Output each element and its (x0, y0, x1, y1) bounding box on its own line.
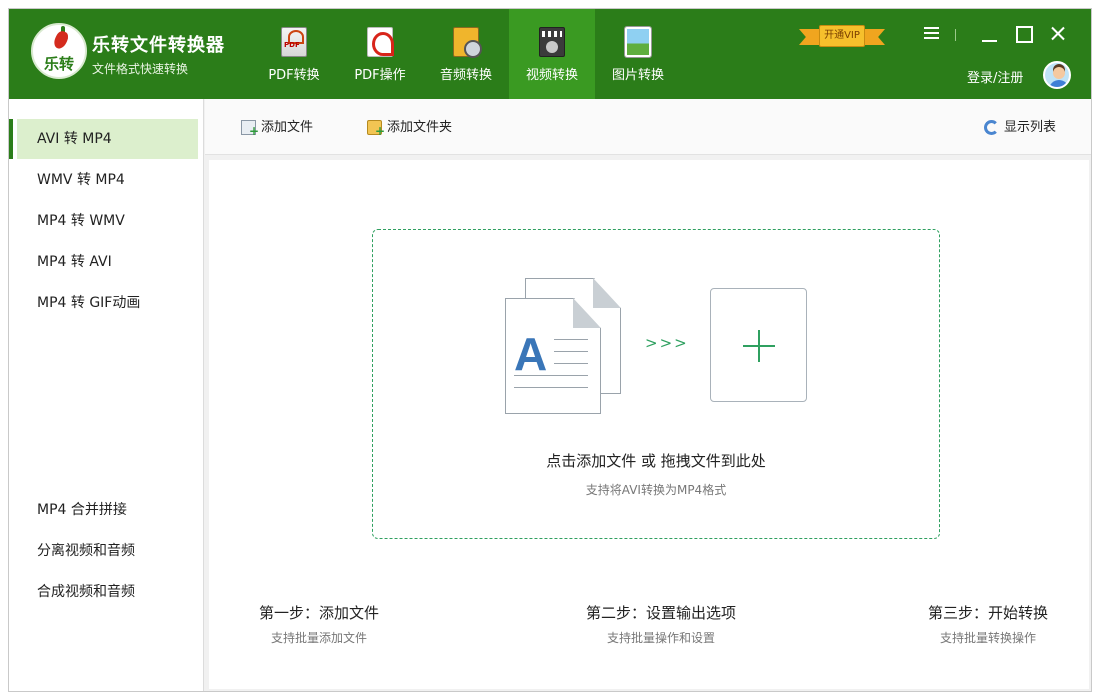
tab-pdf-convert[interactable]: PDF转换 (251, 9, 337, 99)
sidebar-item-split-av[interactable]: 分离视频和音频 (17, 531, 198, 571)
step-title: 第二步：设置输出选项 (585, 604, 736, 622)
step-desc: 支持批量添加文件 (270, 631, 367, 645)
dropzone-main-text: 点击添加文件 或 拖拽文件到此处 (546, 452, 766, 470)
title-bar: 乐转 乐转文件转换器 文件格式快速转换 PDF转换 PDF操作 音频转换 视频转… (9, 9, 1091, 99)
doc-letter: A (514, 328, 548, 380)
add-folder-button[interactable]: 添加文件夹 (367, 119, 453, 140)
title-divider (955, 29, 956, 41)
step-title: 第一步：添加文件 (258, 604, 379, 622)
sidebar-active-indicator (9, 119, 13, 159)
app-window: 乐转 乐转文件转换器 文件格式快速转换 PDF转换 PDF操作 音频转换 视频转… (8, 8, 1092, 692)
menu-icon[interactable] (919, 21, 945, 47)
close-icon[interactable] (1045, 21, 1071, 47)
toolbar: 添加文件 添加文件夹 显示列表 (205, 99, 1091, 155)
app-name: 乐转文件转换器 (92, 35, 225, 56)
app-subtitle: 文件格式快速转换 (92, 62, 189, 76)
add-folder-icon (367, 120, 385, 140)
sidebar-item-combine-av[interactable]: 合成视频和音频 (17, 572, 198, 612)
add-file-icon (241, 120, 259, 140)
show-list-label: 显示列表 (1004, 120, 1057, 135)
tab-pdf-operate[interactable]: PDF操作 (337, 9, 423, 99)
acrobat-icon (367, 27, 394, 57)
sidebar-item-wmv-to-mp4[interactable]: WMV 转 MP4 (17, 160, 198, 200)
sidebar-item-mp4-to-gif[interactable]: MP4 转 GIF动画 (17, 283, 198, 323)
tab-label: 音频转换 (439, 68, 492, 83)
avatar[interactable] (1043, 61, 1071, 89)
step-three: 第三步：开始转换 支持批量转换操作 (888, 602, 1088, 646)
refresh-icon (984, 120, 999, 135)
add-folder-label: 添加文件夹 (387, 120, 453, 135)
logo-text: 乐转 (43, 55, 74, 73)
sidebar-item-avi-to-mp4[interactable]: AVI 转 MP4 (17, 119, 198, 159)
tab-video-convert[interactable]: 视频转换 (509, 9, 595, 99)
tab-image-convert[interactable]: 图片转换 (595, 9, 681, 99)
vip-button[interactable]: 开通VIP (799, 25, 885, 49)
main-content: A >>> 点击添加文件 或 拖拽文件到此处 支持将AVI转换为MP4格式 第一… (209, 160, 1089, 689)
vip-label: 开通VIP (819, 25, 865, 47)
sidebar-item-mp4-to-wmv[interactable]: MP4 转 WMV (17, 201, 198, 241)
add-file-button[interactable]: 添加文件 (241, 119, 314, 140)
tab-label: PDF转换 (268, 68, 320, 83)
sidebar-item-mp4-merge[interactable]: MP4 合并拼接 (17, 490, 198, 530)
sidebar: AVI 转 MP4 WMV 转 MP4 MP4 转 WMV MP4 转 AVI … (9, 99, 204, 691)
login-register-link[interactable]: 登录/注册 (967, 67, 1023, 86)
step-two: 第二步：设置输出选项 支持批量操作和设置 (561, 602, 761, 646)
sidebar-item-mp4-to-avi[interactable]: MP4 转 AVI (17, 242, 198, 282)
top-nav: PDF转换 PDF操作 音频转换 视频转换 图片转换 (251, 9, 681, 99)
step-title: 第三步：开始转换 (927, 604, 1048, 622)
video-avi-icon (539, 27, 565, 57)
pdf-file-icon (281, 27, 307, 57)
step-desc: 支持批量转换操作 (939, 631, 1036, 645)
tab-audio-convert[interactable]: 音频转换 (423, 9, 509, 99)
audio-wav-icon (453, 27, 482, 58)
app-logo: 乐转 (31, 23, 87, 79)
step-one: 第一步：添加文件 支持批量添加文件 (219, 602, 419, 646)
document-icon: A (505, 298, 601, 414)
add-file-label: 添加文件 (261, 120, 314, 135)
tab-label: PDF操作 (354, 68, 406, 83)
tab-label: 图片转换 (611, 68, 664, 83)
minimize-icon[interactable] (977, 21, 1003, 47)
file-dropzone[interactable]: A >>> 点击添加文件 或 拖拽文件到此处 支持将AVI转换为MP4格式 (372, 229, 940, 539)
arrows-icon: >>> (645, 334, 689, 352)
tab-label: 视频转换 (525, 68, 578, 83)
maximize-icon[interactable] (1011, 21, 1037, 47)
step-desc: 支持批量操作和设置 (606, 631, 715, 645)
chili-icon (51, 29, 71, 51)
add-plus-icon[interactable] (710, 288, 807, 402)
show-list-button[interactable]: 显示列表 (984, 119, 1056, 137)
dropzone-sub-text: 支持将AVI转换为MP4格式 (585, 483, 727, 497)
image-icon (625, 27, 651, 57)
